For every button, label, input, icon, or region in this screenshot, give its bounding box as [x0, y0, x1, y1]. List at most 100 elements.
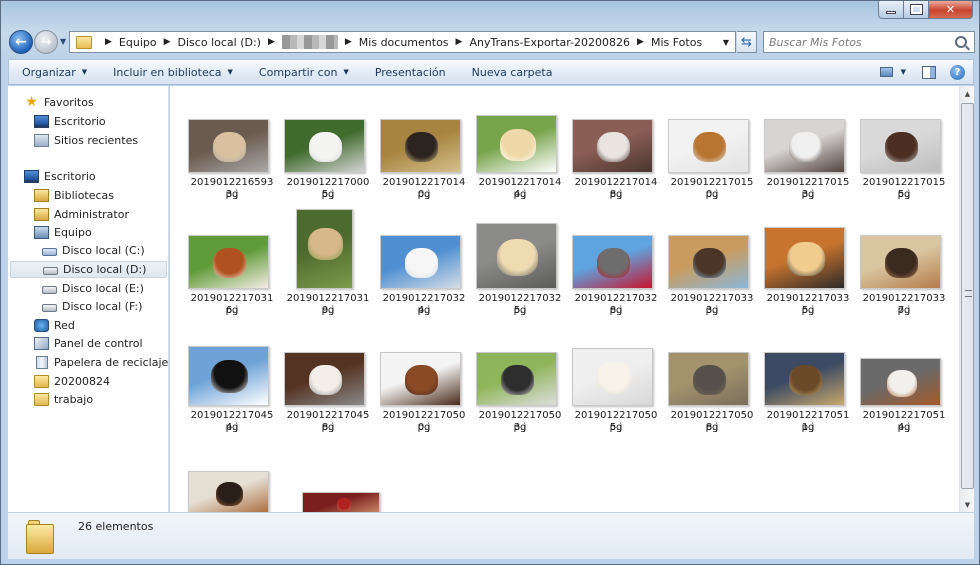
sidebar-item-20200824[interactable]: 20200824	[34, 373, 154, 390]
search-icon[interactable]	[955, 36, 967, 48]
address-dropdown-icon[interactable]: ▼	[723, 38, 729, 47]
sidebar-item-disco-c[interactable]: Disco local (C:)	[42, 242, 162, 259]
image-thumbnail[interactable]	[764, 227, 845, 289]
dog-photo-subject	[337, 498, 351, 511]
sidebar-item-escritorio[interactable]: Escritorio	[24, 168, 144, 185]
view-dropdown-icon[interactable]: ▼	[901, 68, 906, 76]
change-view-icon[interactable]	[879, 67, 893, 77]
sidebar-item-papelera[interactable]: Papelera de reciclaje	[34, 354, 168, 371]
include-in-library-menu[interactable]: Incluir en biblioteca ▼	[100, 60, 246, 84]
image-thumbnail[interactable]	[476, 352, 557, 406]
chevron-right-icon[interactable]: ▶	[456, 37, 463, 47]
chevron-right-icon[interactable]: ▶	[268, 37, 275, 47]
share-with-menu[interactable]: Compartir con ▼	[246, 60, 362, 84]
image-thumbnail[interactable]	[476, 115, 557, 173]
file-name-extension: pg	[801, 422, 815, 433]
image-thumbnail[interactable]	[476, 223, 557, 289]
sidebar-item-red[interactable]: Red	[34, 317, 154, 334]
desktop-icon	[34, 115, 49, 128]
image-thumbnail[interactable]	[296, 209, 353, 289]
new-folder-button[interactable]: Nueva carpeta	[459, 60, 566, 84]
image-thumbnail[interactable]	[380, 235, 461, 289]
breadcrumb-mis-documentos[interactable]: Mis documentos	[359, 36, 449, 49]
file-name-extension: pg	[417, 189, 431, 200]
image-thumbnail[interactable]	[284, 119, 365, 173]
image-thumbnail[interactable]	[188, 471, 269, 512]
image-thumbnail[interactable]	[284, 352, 365, 406]
scrollbar-thumb[interactable]	[961, 103, 974, 489]
back-button[interactable]: ←	[9, 30, 33, 54]
image-thumbnail[interactable]	[380, 119, 461, 173]
image-thumbnail[interactable]	[860, 358, 941, 406]
image-thumbnail[interactable]	[764, 352, 845, 406]
recent-pages-dropdown[interactable]: ▼	[60, 37, 66, 46]
file-name-extension: pg	[225, 189, 239, 200]
image-thumbnail[interactable]	[380, 352, 461, 406]
help-icon[interactable]: ?	[950, 64, 965, 80]
dog-photo-subject	[597, 248, 630, 278]
sidebar-item-favoritos[interactable]: ★ Favoritos	[24, 94, 144, 111]
dog-photo-subject	[596, 362, 632, 394]
search-input[interactable]: Buscar Mis Fotos	[764, 36, 955, 49]
file-name-extension: pg	[801, 305, 815, 316]
image-thumbnail[interactable]	[764, 119, 845, 173]
file-name-extension: pg	[897, 189, 911, 200]
breadcrumb-disco-d[interactable]: Disco local (D:)	[178, 36, 261, 49]
image-thumbnail[interactable]	[860, 235, 941, 289]
sidebar-item-disco-d[interactable]: Disco local (D:)	[10, 261, 167, 278]
search-box[interactable]: Buscar Mis Fotos	[763, 31, 975, 53]
sidebar-item-label: Disco local (E:)	[62, 282, 144, 295]
dog-photo-subject	[885, 132, 918, 162]
sidebar-item-escritorio-fav[interactable]: Escritorio	[34, 113, 154, 130]
chevron-right-icon[interactable]: ▶	[345, 37, 352, 47]
dog-photo-subject	[597, 132, 630, 162]
chevron-right-icon[interactable]: ▶	[105, 37, 112, 47]
scroll-up-icon[interactable]: ▲	[960, 86, 975, 101]
organize-menu[interactable]: Organizar ▼	[9, 60, 100, 84]
chevron-right-icon[interactable]: ▶	[164, 37, 171, 47]
minimize-button[interactable]	[878, 1, 904, 19]
sidebar-item-trabajo[interactable]: trabajo	[34, 391, 154, 408]
breadcrumb-redacted[interactable]	[281, 35, 338, 49]
sidebar-item-sitios-recientes[interactable]: Sitios recientes	[34, 132, 154, 149]
chevron-right-icon[interactable]: ▶	[637, 37, 644, 47]
scroll-down-icon[interactable]: ▼	[960, 497, 975, 512]
vertical-scrollbar[interactable]: ▲ ▼	[959, 86, 974, 512]
drive-icon	[43, 267, 58, 275]
close-button[interactable]: ✕	[929, 1, 973, 19]
dog-photo-subject	[213, 248, 246, 278]
image-thumbnail[interactable]	[668, 119, 749, 173]
image-thumbnail[interactable]	[188, 119, 269, 173]
sidebar-item-bibliotecas[interactable]: Bibliotecas	[34, 187, 154, 204]
forward-button[interactable]: →	[34, 30, 58, 54]
sidebar-item-disco-f[interactable]: Disco local (F:)	[42, 298, 162, 315]
sidebar-item-equipo[interactable]: Equipo	[34, 224, 154, 241]
image-thumbnail[interactable]	[572, 348, 653, 406]
image-thumbnail[interactable]	[668, 352, 749, 406]
desktop-icon	[24, 170, 39, 183]
refresh-button[interactable]: ⇆	[737, 31, 757, 53]
sidebar-item-administrator[interactable]: Administrator	[34, 206, 154, 223]
share-label: Compartir con	[258, 65, 338, 79]
back-arrow-icon: ←	[15, 34, 27, 50]
maximize-button[interactable]	[904, 1, 929, 19]
image-thumbnail[interactable]	[572, 119, 653, 173]
include-label: Incluir en biblioteca	[113, 65, 222, 79]
breadcrumb-equipo[interactable]: Equipo	[119, 36, 157, 49]
breadcrumb-anytrans[interactable]: AnyTrans-Exportar-20200826	[469, 36, 630, 49]
image-thumbnail[interactable]	[668, 235, 749, 289]
image-thumbnail[interactable]	[860, 119, 941, 173]
preview-pane-icon[interactable]	[922, 65, 936, 79]
image-thumbnail[interactable]	[188, 346, 269, 406]
sidebar-item-label: 20200824	[54, 375, 110, 388]
file-name-extension: pg	[513, 189, 527, 200]
breadcrumb-mis-fotos[interactable]: Mis Fotos	[651, 36, 702, 49]
slideshow-button[interactable]: Presentación	[362, 60, 459, 84]
image-thumbnail[interactable]	[188, 235, 269, 289]
sidebar-item-disco-e[interactable]: Disco local (E:)	[42, 280, 162, 297]
sidebar-item-panel-de-control[interactable]: Panel de control	[34, 335, 164, 352]
image-thumbnail[interactable]	[302, 492, 380, 512]
maximize-icon	[909, 4, 923, 15]
image-thumbnail[interactable]	[572, 235, 653, 289]
address-bar[interactable]: ▶ Equipo ▶ Disco local (D:) ▶ ▶ Mis docu…	[69, 31, 736, 53]
